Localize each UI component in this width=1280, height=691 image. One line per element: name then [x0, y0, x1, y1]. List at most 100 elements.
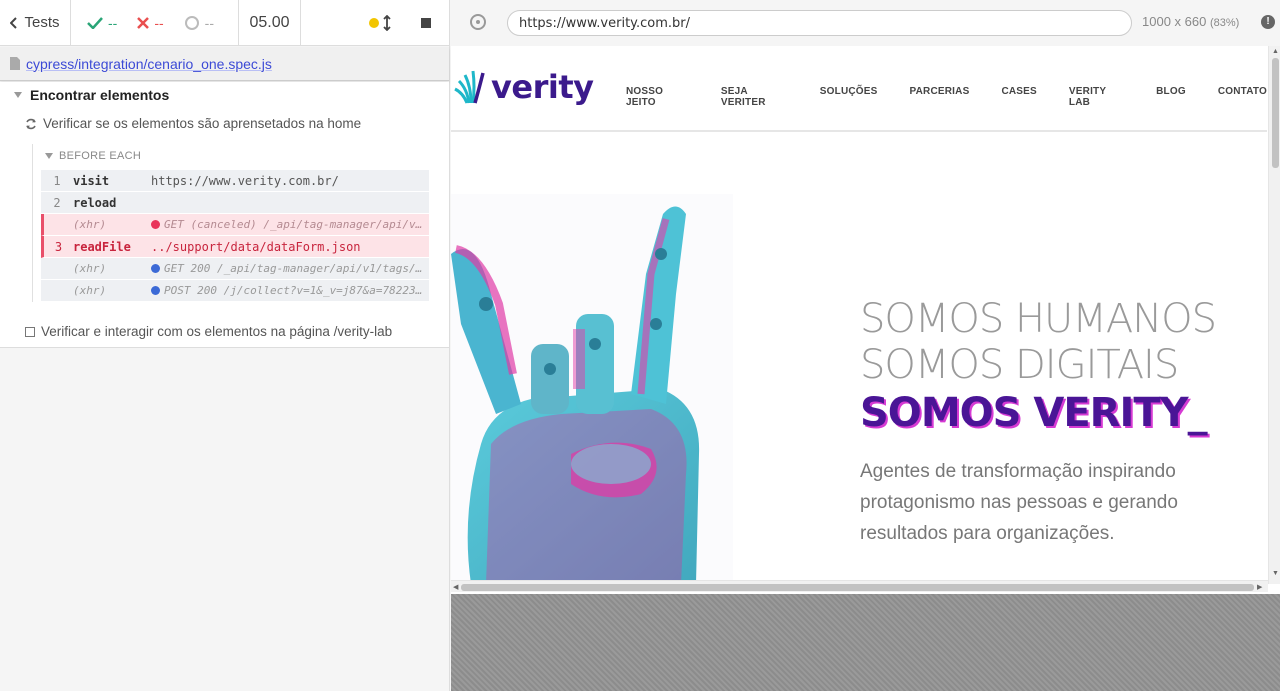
passed-count: --	[108, 14, 118, 31]
x-icon	[137, 16, 150, 29]
command-list: 1 visit https://www.verity.com.br/ 2 rel…	[41, 170, 429, 302]
stats: -- -- --	[71, 0, 239, 45]
aut-iframe: verity NOSSO JEITO SEJA VERITER SOLUÇÕES…	[451, 46, 1280, 594]
duration: 05.00	[239, 0, 301, 45]
info-icon[interactable]: !	[1261, 15, 1275, 29]
stop-button[interactable]	[421, 17, 431, 28]
xhr-success-indicator-icon	[151, 264, 160, 273]
xhr-text: GET 200 /_api/tag-manager/api/v1/tags/si…	[164, 262, 423, 275]
scroll-up-icon[interactable]: ▲	[1272, 48, 1279, 55]
command-row-xhr[interactable]: (xhr) POST 200 /j/collect?v=1&_v=j87&a=7…	[41, 280, 429, 302]
viewport-scale: (83%)	[1209, 17, 1240, 29]
refresh-icon	[26, 118, 36, 129]
scroll-down-icon[interactable]: ▼	[1272, 570, 1279, 577]
failed-stat: --	[137, 14, 164, 31]
check-icon	[87, 16, 103, 29]
running-indicator-icon	[369, 17, 379, 28]
url-bar[interactable]: https://www.verity.com.br/	[507, 10, 1132, 36]
hero-heading-brand: SOMOS VERITY_	[860, 390, 1208, 436]
command-row-xhr[interactable]: (xhr) GET (canceled) /_api/tag-manager/a…	[41, 214, 429, 236]
xhr-text: POST 200 /j/collect?v=1&_v=j87&a=7822385…	[164, 284, 423, 297]
nav-item[interactable]: VERITY LAB	[1069, 86, 1124, 108]
site-navbar: verity NOSSO JEITO SEJA VERITER SOLUÇÕES…	[451, 46, 1267, 132]
spec-file-link[interactable]: cypress/integration/cenario_one.spec.js	[26, 56, 272, 72]
command-number: 2	[53, 195, 61, 210]
site-nav-menu: NOSSO JEITO SEJA VERITER SOLUÇÕES PARCER…	[626, 86, 1267, 108]
test-pending[interactable]: Verificar e interagir com os elementos n…	[25, 324, 392, 339]
command-name: (xhr)	[73, 284, 107, 297]
command-name: (xhr)	[73, 262, 107, 275]
hero-heading-line: SOMOS DIGITAIS	[860, 342, 1179, 388]
nav-item[interactable]: CONTATO	[1218, 86, 1267, 108]
reporter-panel: Tests -- -- -- 05.00 cypress/integration…	[0, 0, 450, 691]
suite-title[interactable]: Encontrar elementos	[14, 87, 169, 103]
tests-label: Tests	[24, 14, 60, 31]
horizontal-scrollbar[interactable]: ◀ ▶	[451, 580, 1268, 592]
suite-title-text: Encontrar elementos	[30, 87, 170, 103]
pending-stat: --	[184, 15, 214, 31]
auto-scroll-toggle[interactable]	[369, 14, 391, 31]
nav-item[interactable]: BLOG	[1156, 86, 1186, 108]
command-message: https://www.verity.com.br/	[151, 173, 339, 188]
viewport-size: 1000 x 660	[1142, 14, 1207, 29]
command-row[interactable]: 1 visit https://www.verity.com.br/	[41, 170, 429, 192]
pending-count: --	[204, 14, 214, 31]
aut-backdrop	[451, 594, 1280, 691]
test-title: Verificar se os elementos são aprensetad…	[43, 116, 362, 131]
scroll-left-icon[interactable]: ◀	[453, 583, 458, 591]
command-row-failed[interactable]: 3 readFile ../support/data/dataForm.json	[41, 236, 429, 258]
command-name: visit	[73, 173, 110, 188]
scroll-right-icon[interactable]: ▶	[1257, 583, 1262, 591]
viewport-info[interactable]: 1000 x 660 (83%)	[1142, 14, 1239, 29]
verity-logo-mark-icon	[454, 70, 485, 104]
command-number: 1	[53, 173, 61, 188]
command-message: GET (canceled) /_api/tag-manager/api/v1/…	[151, 218, 429, 231]
command-name: readFile	[73, 239, 131, 254]
nav-item[interactable]: SEJA VERITER	[721, 86, 788, 108]
vertical-scrollbar[interactable]: ▲ ▼	[1268, 46, 1280, 584]
hero-heading-line: SOMOS HUMANOS	[860, 296, 1217, 342]
back-to-tests-button[interactable]: Tests	[0, 0, 71, 45]
circle-notch-icon	[184, 15, 199, 30]
file-icon	[10, 57, 20, 70]
reporter-header: Tests -- -- -- 05.00	[0, 0, 449, 46]
site-logo[interactable]: verity	[453, 68, 594, 106]
chevron-left-icon	[10, 16, 18, 29]
spec-file-bar: cypress/integration/cenario_one.spec.js	[0, 47, 449, 81]
nav-item[interactable]: SOLUÇÕES	[820, 86, 878, 108]
nav-item[interactable]: NOSSO JEITO	[626, 86, 689, 108]
aut-header: https://www.verity.com.br/ 1000 x 660 (8…	[451, 0, 1280, 46]
selector-playground-icon[interactable]	[470, 14, 486, 30]
command-message: GET 200 /_api/tag-manager/api/v1/tags/si…	[151, 262, 429, 275]
xhr-text: GET (canceled) /_api/tag-manager/api/v1/…	[164, 218, 423, 231]
command-message: ../support/data/dataForm.json	[151, 239, 361, 254]
xhr-failed-indicator-icon	[151, 220, 160, 229]
arrows-vertical-icon	[383, 14, 391, 31]
failed-count: --	[154, 14, 164, 31]
command-number: 3	[54, 239, 63, 254]
xhr-success-indicator-icon	[151, 286, 160, 295]
vertical-scroll-thumb[interactable]	[1272, 58, 1279, 168]
command-row-xhr[interactable]: (xhr) GET 200 /_api/tag-manager/api/v1/t…	[41, 258, 429, 280]
hero-text: SOMOS HUMANOS SOMOS DIGITAIS SOMOS VERIT…	[860, 296, 1240, 549]
command-name: reload	[73, 195, 117, 210]
test-title: Verificar e interagir com os elementos n…	[41, 324, 393, 339]
hook-before-each[interactable]: BEFORE EACH	[45, 150, 141, 162]
divider	[32, 144, 33, 302]
hook-label: BEFORE EACH	[59, 150, 142, 162]
caret-down-icon	[45, 153, 53, 159]
command-name: (xhr)	[73, 218, 107, 231]
square-icon	[25, 326, 35, 337]
nav-item[interactable]: CASES	[1001, 86, 1036, 108]
caret-down-icon	[14, 92, 22, 98]
command-row[interactable]: 2 reload	[41, 192, 429, 214]
test-running[interactable]: Verificar se os elementos são aprensetad…	[25, 116, 361, 131]
passed-stat: --	[87, 15, 117, 31]
horizontal-scroll-thumb[interactable]	[461, 584, 1254, 591]
nav-item[interactable]: PARCERIAS	[910, 86, 970, 108]
hero-subtitle: Agentes de transformação inspirando prot…	[860, 461, 1178, 544]
logo-text: verity	[491, 68, 594, 106]
suite-runnable: Encontrar elementos Verificar se os elem…	[0, 82, 449, 348]
controls	[301, 0, 449, 45]
cypress-runner: Tests -- -- -- 05.00 cypress/integration…	[0, 0, 1280, 691]
